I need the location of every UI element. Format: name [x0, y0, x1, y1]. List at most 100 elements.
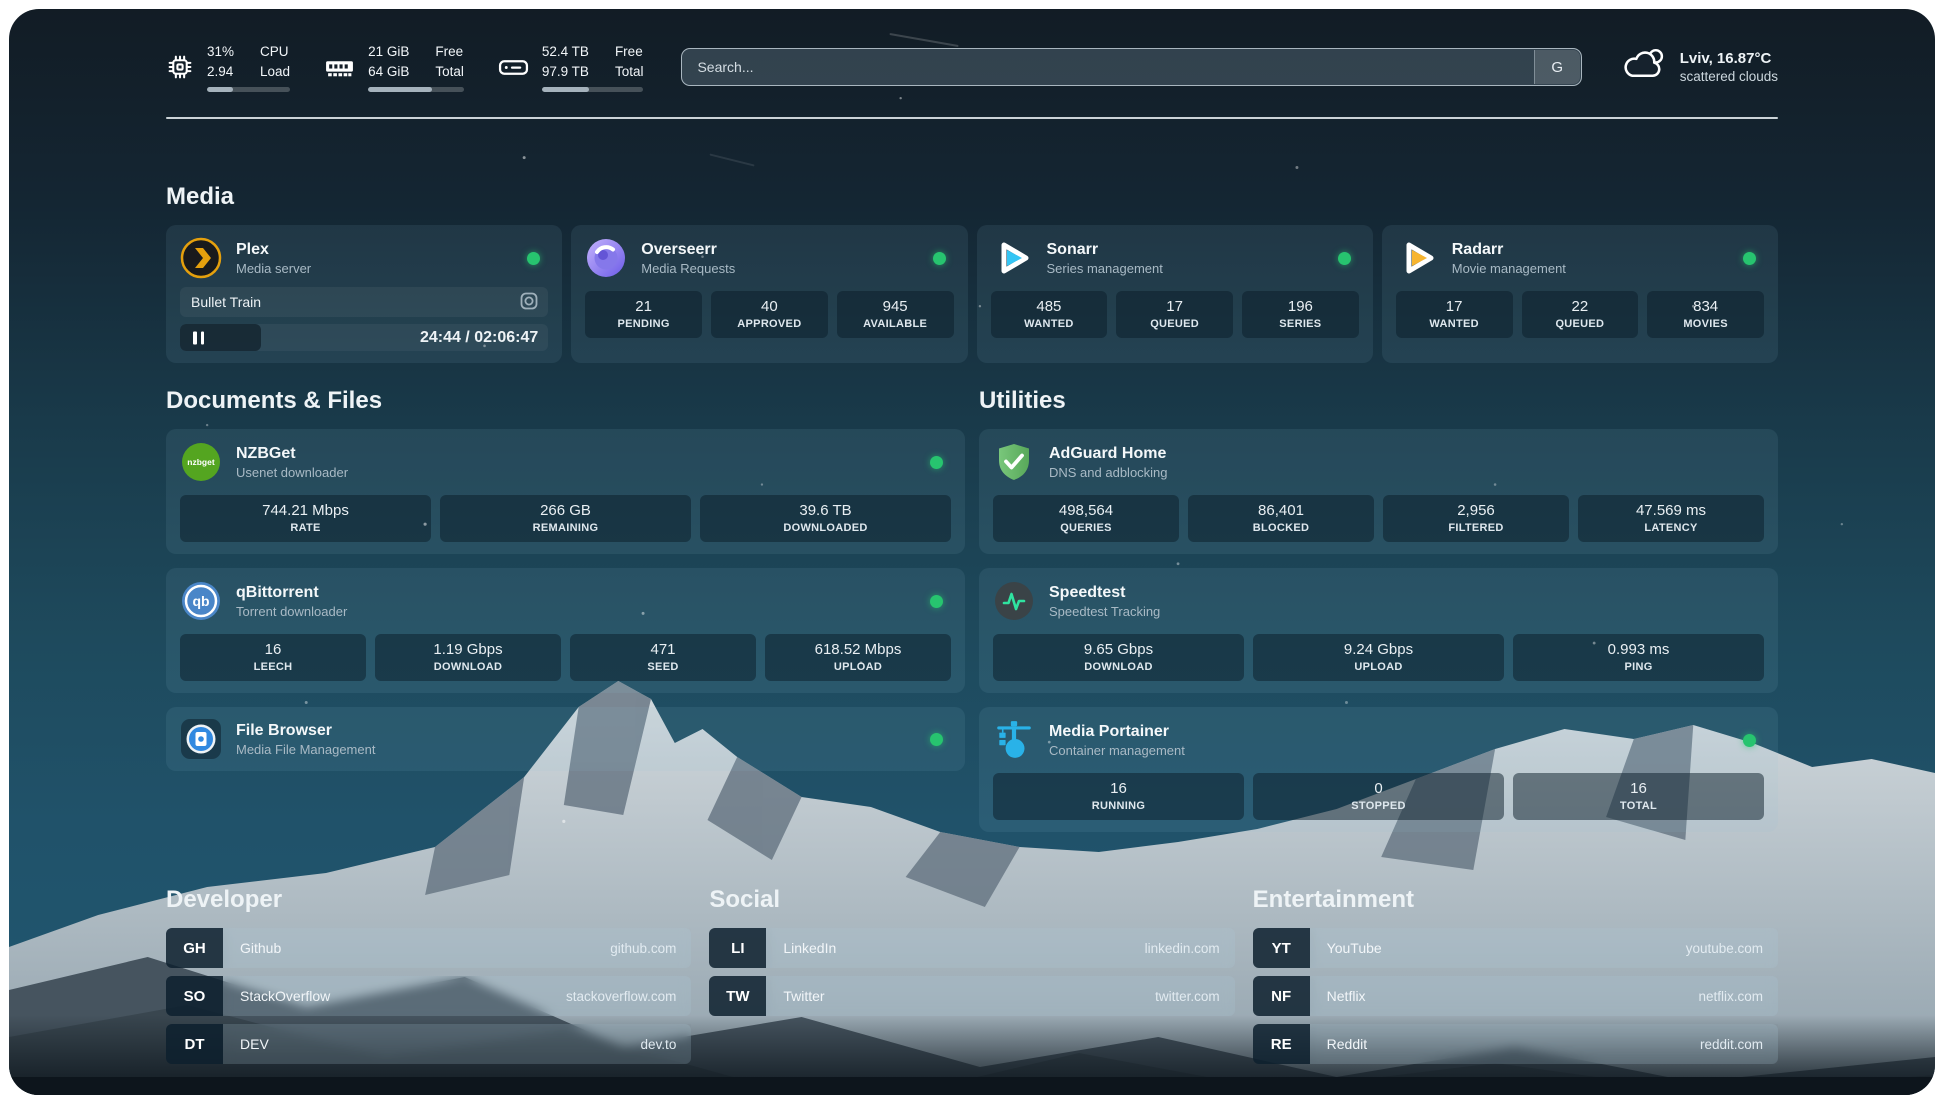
bookmark-youtube[interactable]: YT YouTube youtube.com: [1253, 928, 1778, 968]
status-dot: [930, 595, 943, 608]
system-stats: 31% 2.94 CPU Load: [166, 42, 643, 91]
cloud-moon-icon: [1620, 46, 1667, 88]
status-dot: [930, 456, 943, 469]
bookmark-domain: linkedin.com: [1145, 941, 1220, 956]
speedtest-icon: [993, 580, 1035, 622]
ram-icon: [324, 56, 355, 79]
search-engine-button[interactable]: G: [1534, 50, 1580, 84]
stat-box: 47.569 ms LATENCY: [1578, 495, 1764, 542]
playback-progress-bar: 24:44 / 02:06:47: [180, 324, 548, 351]
svg-text:qb: qb: [192, 593, 209, 609]
playback-time: 24:44 / 02:06:47: [420, 329, 538, 347]
stat-box: 498,564 QUERIES: [993, 495, 1179, 542]
bookmark-github[interactable]: GH Github github.com: [166, 928, 691, 968]
app-name: File Browser: [236, 722, 916, 740]
bookmark-abbr: SO: [166, 976, 223, 1016]
bookmark-linkedin[interactable]: LI LinkedIn linkedin.com: [709, 928, 1234, 968]
plex-icon: [180, 237, 222, 279]
bookmark-netflix[interactable]: NF Netflix netflix.com: [1253, 976, 1778, 1016]
bookmark-name: YouTube: [1327, 940, 1382, 956]
stat-box: 744.21 Mbps RATE: [180, 495, 431, 542]
pause-button[interactable]: [193, 331, 204, 344]
stat-box: 17 WANTED: [1396, 291, 1513, 338]
section-title-media: Media: [166, 183, 1778, 211]
disk-total-value: 97.9 TB: [542, 62, 589, 82]
app-name: Media Portainer: [1049, 723, 1729, 741]
stat-box: 485 WANTED: [991, 291, 1108, 338]
card-radarr[interactable]: Radarr Movie management 17 WANTED 22 QUE…: [1382, 225, 1778, 363]
disk-stat-group: 52.4 TB 97.9 TB Free Total: [498, 42, 644, 91]
bookmark-twitter[interactable]: TW Twitter twitter.com: [709, 976, 1234, 1016]
bookmark-name: LinkedIn: [783, 940, 836, 956]
stat-box: 39.6 TB DOWNLOADED: [700, 495, 951, 542]
now-playing-title: Bullet Train: [191, 294, 261, 310]
bookmark-name: Netflix: [1327, 988, 1366, 1004]
search-bar: G: [681, 48, 1581, 86]
bookmark-domain: youtube.com: [1686, 941, 1763, 956]
card-speedtest[interactable]: Speedtest Speedtest Tracking 9.65 Gbps D…: [979, 568, 1778, 693]
bookmark-name: Github: [240, 940, 281, 956]
ram-total-value: 64 GiB: [368, 62, 409, 82]
disk-icon: [498, 55, 529, 80]
cpu-load-value: 2.94: [207, 62, 234, 82]
status-dot: [1743, 252, 1756, 265]
app-desc: Media server: [236, 261, 513, 276]
card-nzbget[interactable]: nzbget NZBGet Usenet downloader 744.21 M…: [166, 429, 965, 554]
bookmark-abbr: DT: [166, 1024, 223, 1064]
bookmark-reddit[interactable]: RE Reddit reddit.com: [1253, 1024, 1778, 1064]
adguard-icon: [993, 441, 1035, 483]
app-desc: DNS and adblocking: [1049, 465, 1764, 480]
stat-box: 16 TOTAL: [1513, 773, 1764, 820]
card-portainer[interactable]: Media Portainer Container management 16 …: [979, 707, 1778, 832]
search-input[interactable]: [681, 48, 1581, 86]
bookmark-domain: stackoverflow.com: [566, 989, 676, 1004]
app-name: Radarr: [1452, 241, 1729, 259]
bookmark-group-developer: Developer GH Github github.com SO StackO…: [166, 886, 691, 1072]
section-title-developer: Developer: [166, 886, 691, 914]
bookmark-stackoverflow[interactable]: SO StackOverflow stackoverflow.com: [166, 976, 691, 1016]
ram-progress-fill: [368, 87, 432, 92]
app-name: Overseerr: [641, 241, 918, 259]
app-desc: Container management: [1049, 743, 1729, 758]
card-qbittorrent[interactable]: qb qBittorrent Torrent downloader 16 LEE…: [166, 568, 965, 693]
app-name: Sonarr: [1047, 241, 1324, 259]
app-name: NZBGet: [236, 445, 916, 463]
app-desc: Speedtest Tracking: [1049, 604, 1764, 619]
status-dot: [527, 252, 540, 265]
bookmark-domain: twitter.com: [1155, 989, 1220, 1004]
cpu-progress-fill: [207, 87, 233, 92]
stat-box: 2,956 FILTERED: [1383, 495, 1569, 542]
card-overseerr[interactable]: Overseerr Media Requests 21 PENDING 40 A…: [571, 225, 967, 363]
bookmark-domain: netflix.com: [1698, 989, 1763, 1004]
cpu-usage-value: 31%: [207, 42, 234, 62]
disk-progress-fill: [542, 87, 589, 92]
card-adguard[interactable]: AdGuard Home DNS and adblocking 498,564 …: [979, 429, 1778, 554]
section-utilities: Utilities AdGuard: [979, 387, 1778, 832]
app-desc: Media File Management: [236, 742, 916, 757]
app-desc: Series management: [1047, 261, 1324, 276]
cpu-progress-bar: [207, 87, 290, 92]
stat-box: 86,401 BLOCKED: [1188, 495, 1374, 542]
stat-box: 945 AVAILABLE: [837, 291, 954, 338]
card-plex[interactable]: Plex Media server Bullet Train: [166, 225, 562, 363]
stat-box: 618.52 Mbps UPLOAD: [765, 634, 951, 681]
bookmark-abbr: RE: [1253, 1024, 1310, 1064]
dashboard-panel: 31% 2.94 CPU Load: [9, 9, 1935, 1095]
ram-total-label: Total: [435, 62, 464, 82]
app-name: AdGuard Home: [1049, 445, 1764, 463]
disk-total-label: Total: [615, 62, 644, 82]
weather-condition: scattered clouds: [1680, 69, 1778, 84]
stat-box: 0.993 ms PING: [1513, 634, 1764, 681]
bookmark-abbr: NF: [1253, 976, 1310, 1016]
cpu-load-label: Load: [260, 62, 290, 82]
bookmark-domain: dev.to: [641, 1037, 677, 1052]
card-sonarr[interactable]: Sonarr Series management 485 WANTED 17 Q…: [977, 225, 1373, 363]
cpu-usage-label: CPU: [260, 42, 290, 62]
stat-box: 22 QUEUED: [1522, 291, 1639, 338]
bookmark-group-social: Social LI LinkedIn linkedin.com TW Twitt…: [709, 886, 1234, 1072]
topbar-divider: [166, 117, 1778, 119]
card-filebrowser[interactable]: File Browser Media File Management: [166, 707, 965, 771]
cpu-icon: [166, 53, 194, 81]
bookmark-dev[interactable]: DT DEV dev.to: [166, 1024, 691, 1064]
stat-box: 9.65 Gbps DOWNLOAD: [993, 634, 1244, 681]
